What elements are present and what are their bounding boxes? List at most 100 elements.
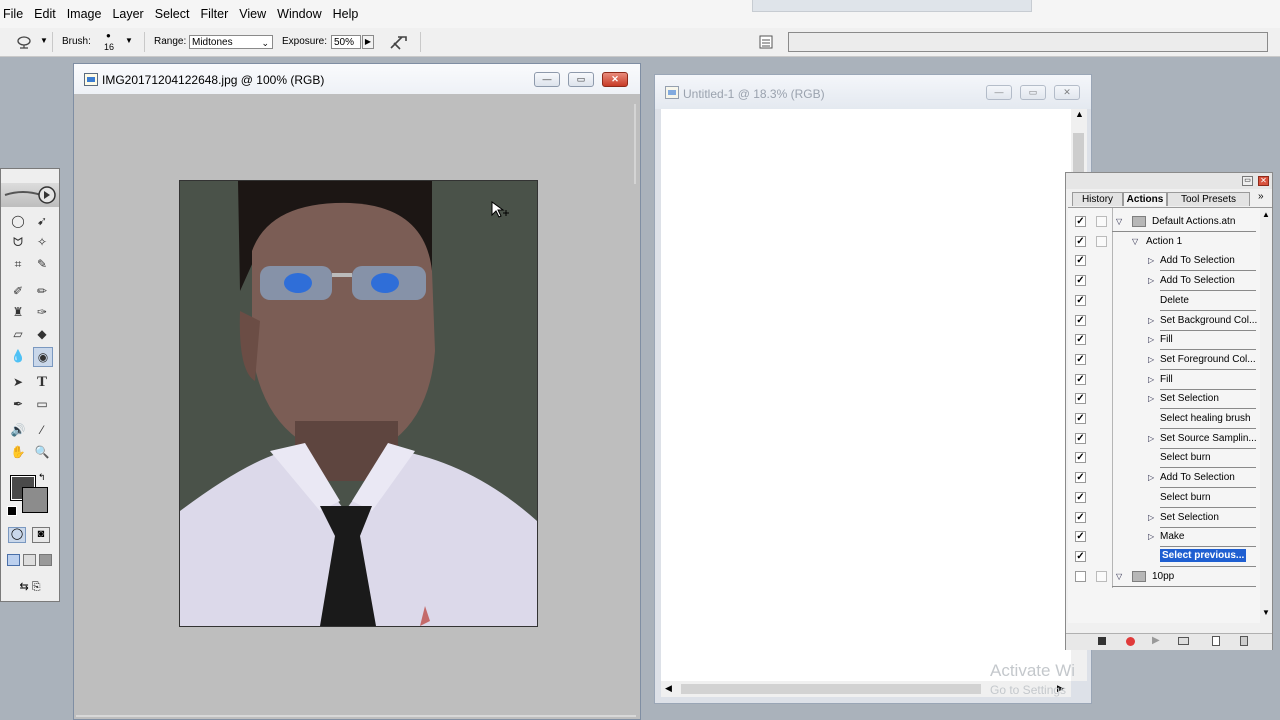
toggle-item-checkbox[interactable]: ✓ [1075, 413, 1086, 424]
action-step-row[interactable]: ✓ ▷ Add To Selection [1068, 251, 1274, 272]
blur-tool-icon[interactable]: 💧 [9, 347, 27, 365]
history-brush-icon[interactable]: ✑ [33, 303, 51, 321]
menu-select[interactable]: Select [152, 7, 198, 21]
action-step-row[interactable]: ✓ ▷ Set Selection [1068, 508, 1274, 528]
lasso-tool-icon[interactable]: ᗢ [9, 233, 27, 251]
slice-tool-icon[interactable]: ✎ [33, 255, 51, 273]
palette-well-icon[interactable] [758, 34, 774, 50]
scroll-left-arrow[interactable]: ◀ [665, 683, 672, 694]
dialog-toggle-box[interactable] [1096, 216, 1107, 227]
expand-triangle-icon[interactable]: ▷ [1148, 355, 1154, 364]
zoom-tool-icon[interactable]: 🔍 [33, 443, 51, 461]
adobe-feather-icon[interactable] [3, 185, 57, 205]
action-step-row[interactable]: ✓ ▷ Fill [1068, 370, 1274, 390]
burn-tool-icon[interactable] [16, 35, 36, 49]
scroll-thumb[interactable] [681, 684, 981, 694]
swap-colors-icon[interactable]: ↰ [38, 472, 46, 483]
marquee-tool-icon[interactable]: ◯ [9, 212, 27, 230]
menu-view[interactable]: View [236, 7, 274, 21]
expand-triangle-icon[interactable]: ▷ [1148, 473, 1154, 482]
expand-triangle-icon[interactable]: ▷ [1148, 256, 1154, 265]
panel-menu-icon[interactable]: » [1258, 191, 1264, 202]
play-icon[interactable]: ▶ [1152, 635, 1160, 646]
dialog-toggle-box[interactable] [1096, 570, 1107, 582]
notes-tool-icon[interactable]: 🔊 [9, 421, 27, 439]
expand-triangle-icon[interactable]: ▷ [1148, 375, 1154, 384]
toggle-item-checkbox[interactable]: ✓ [1075, 491, 1086, 503]
blank-canvas[interactable] [661, 109, 1071, 681]
menu-edit[interactable]: Edit [31, 7, 64, 21]
type-tool-icon[interactable]: T [33, 373, 51, 391]
scroll-down-arrow[interactable]: ▼ [1262, 608, 1270, 617]
toggle-item-checkbox[interactable]: ✓ [1075, 353, 1086, 365]
path-select-icon[interactable]: ➤ [9, 373, 27, 391]
new-set-icon[interactable] [1178, 637, 1189, 645]
toggle-item-checkbox[interactable]: ✓ [1075, 550, 1086, 562]
range-select[interactable]: Midtones ⌄ [189, 35, 273, 49]
maximize-button[interactable]: ▭ [568, 72, 594, 87]
action-step-row[interactable]: ✓ ▷ Make [1068, 527, 1274, 548]
toggle-item-checkbox[interactable]: ✓ [1075, 531, 1086, 543]
panel-close-button[interactable]: ✕ [1258, 176, 1269, 186]
quick-mask-button[interactable]: ◙ [32, 527, 50, 543]
action-step-row[interactable]: ✓ ▷ Set Selection [1068, 389, 1274, 410]
close-button[interactable]: ✕ [602, 72, 628, 87]
expand-triangle-icon[interactable]: ▷ [1148, 513, 1154, 522]
expand-triangle-icon[interactable]: ▽ [1116, 572, 1122, 581]
new-action-icon[interactable] [1212, 636, 1220, 646]
exposure-input[interactable]: 50% [331, 35, 361, 49]
action-step-row[interactable]: ✓ ▷ Set Background Col... [1068, 311, 1274, 331]
menu-window[interactable]: Window [274, 7, 329, 21]
document-titlebar[interactable]: IMG20171204122648.jpg @ 100% (RGB) — ▭ ✕ [74, 64, 640, 94]
healing-brush-icon[interactable]: ✐ [9, 282, 27, 300]
maximize-button[interactable]: ▭ [1020, 85, 1046, 100]
toggle-item-checkbox[interactable]: ✓ [1075, 216, 1086, 227]
toggle-item-checkbox[interactable]: ✓ [1075, 235, 1086, 247]
menu-layer[interactable]: Layer [109, 7, 151, 21]
move-tool-icon[interactable]: ➹ [33, 212, 51, 230]
toggle-item-checkbox[interactable]: ✓ [1075, 511, 1086, 523]
vertical-scroll-track[interactable] [634, 104, 636, 184]
eraser-tool-icon[interactable]: ▱ [9, 325, 27, 343]
dialog-toggle-box[interactable] [1096, 235, 1107, 247]
tool-preset-arrow[interactable]: ▼ [40, 36, 48, 45]
toggle-item-checkbox[interactable]: ✓ [1075, 452, 1086, 464]
brush-tool-icon[interactable]: ✏ [33, 282, 51, 300]
stop-icon[interactable] [1098, 637, 1106, 645]
toggle-item-checkbox[interactable]: ✓ [1075, 432, 1086, 444]
eyedropper-icon[interactable]: ⁄ [33, 421, 51, 439]
default-colors-icon[interactable] [7, 506, 17, 516]
toggle-item-checkbox[interactable]: ✓ [1075, 314, 1086, 326]
action-step-row[interactable]: ✓ Select burn [1068, 488, 1274, 508]
action-step-row[interactable]: ✓ ▷ Set Foreground Col... [1068, 350, 1274, 370]
burn-tool-icon[interactable]: ◉ [33, 347, 53, 367]
screen-mode-standard-icon[interactable] [7, 554, 20, 566]
minimize-button[interactable]: — [534, 72, 560, 87]
tab-tool-presets[interactable]: Tool Presets [1167, 192, 1250, 206]
action-step-row[interactable]: ✓ ▷ Add To Selection [1068, 468, 1274, 489]
menu-image[interactable]: Image [64, 7, 110, 21]
scroll-thumb[interactable] [1073, 133, 1084, 173]
shape-tool-icon[interactable]: ▭ [33, 395, 51, 413]
expand-triangle-icon[interactable]: ▷ [1148, 316, 1154, 325]
action-set-row[interactable]: ▽ 10pp [1068, 567, 1274, 587]
crop-tool-icon[interactable]: ⌗ [9, 255, 27, 273]
toggle-item-checkbox[interactable]: ✓ [1075, 275, 1086, 287]
magic-wand-icon[interactable]: ✧ [33, 233, 51, 251]
expand-triangle-icon[interactable]: ▷ [1148, 394, 1154, 403]
action-step-row[interactable]: ✓ ▷ Set Source Samplin... [1068, 429, 1274, 449]
expand-triangle-icon[interactable]: ▷ [1148, 276, 1154, 285]
paint-bucket-icon[interactable]: ◆ [33, 325, 51, 343]
image-canvas[interactable] [179, 180, 538, 627]
airbrush-icon[interactable] [388, 33, 412, 51]
tab-history[interactable]: History [1072, 192, 1123, 206]
jump-to-imageready-icon[interactable]: ⇆ ⎘ [7, 579, 53, 595]
menu-filter[interactable]: Filter [197, 7, 236, 21]
toggle-item-checkbox[interactable]: ✓ [1075, 373, 1086, 385]
toggle-item-checkbox[interactable]: ✓ [1075, 255, 1086, 267]
panel-minimize-button[interactable]: ▭ [1242, 176, 1253, 186]
toggle-item-checkbox[interactable]: ✓ [1075, 334, 1086, 346]
document-titlebar[interactable]: Untitled-1 @ 18.3% (RGB) — ▭ ✕ [655, 75, 1091, 109]
toggle-item-checkbox[interactable] [1075, 570, 1086, 582]
action-step-row[interactable]: ✓ Select healing brush [1068, 409, 1274, 429]
